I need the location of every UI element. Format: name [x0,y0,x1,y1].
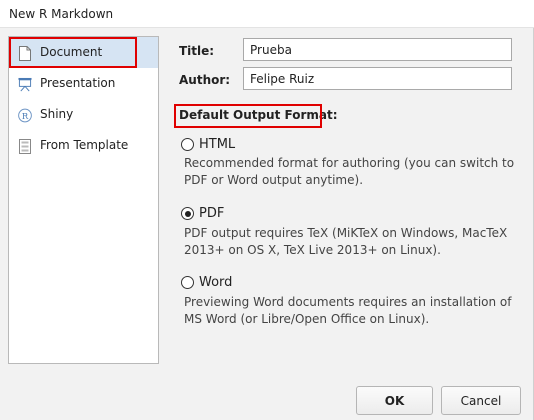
ok-button[interactable]: OK [356,386,433,415]
sidebar-item-document[interactable]: Document [9,37,158,68]
pdf-description: PDF output requires TeX (MiKTeX on Windo… [184,226,508,257]
default-output-format-heading: Default Output Format: [179,108,338,122]
sidebar-item-label: Shiny [40,107,74,121]
radio-button[interactable] [181,207,194,220]
sidebar-item-label: From Template [40,138,129,152]
dialog-title: New R Markdown [9,7,114,21]
sidebar-item-label: Presentation [40,76,116,90]
template-icon [18,138,32,154]
author-input[interactable] [243,67,512,90]
sidebar: Document Presentation R Shiny From Templ… [8,36,159,364]
radio-button[interactable] [181,138,194,151]
title-bar: New R Markdown [0,0,534,28]
radio-word[interactable]: Word [181,275,232,290]
new-r-markdown-dialog: New R Markdown Document Presentation R S… [0,0,534,420]
word-description: Previewing Word documents requires an in… [184,295,512,326]
radio-label: Word [199,275,233,290]
radio-label: HTML [199,137,236,152]
sidebar-item-presentation[interactable]: Presentation [9,68,158,99]
svg-text:R: R [22,110,29,120]
presentation-icon [18,76,32,92]
radio-pdf[interactable]: PDF [181,206,224,221]
radio-html[interactable]: HTML [181,137,235,152]
radio-label: PDF [199,206,225,221]
sidebar-item-shiny[interactable]: R Shiny [9,99,158,130]
title-label: Title: [179,44,215,58]
document-icon [18,45,32,61]
shiny-r-icon: R [18,107,32,123]
sidebar-item-label: Document [40,45,103,59]
sidebar-item-from-template[interactable]: From Template [9,130,158,161]
html-description: Recommended format for authoring (you ca… [184,156,515,187]
radio-button[interactable] [181,276,194,289]
title-input[interactable] [243,38,512,61]
cancel-button[interactable]: Cancel [441,386,521,415]
author-label: Author: [179,73,231,87]
